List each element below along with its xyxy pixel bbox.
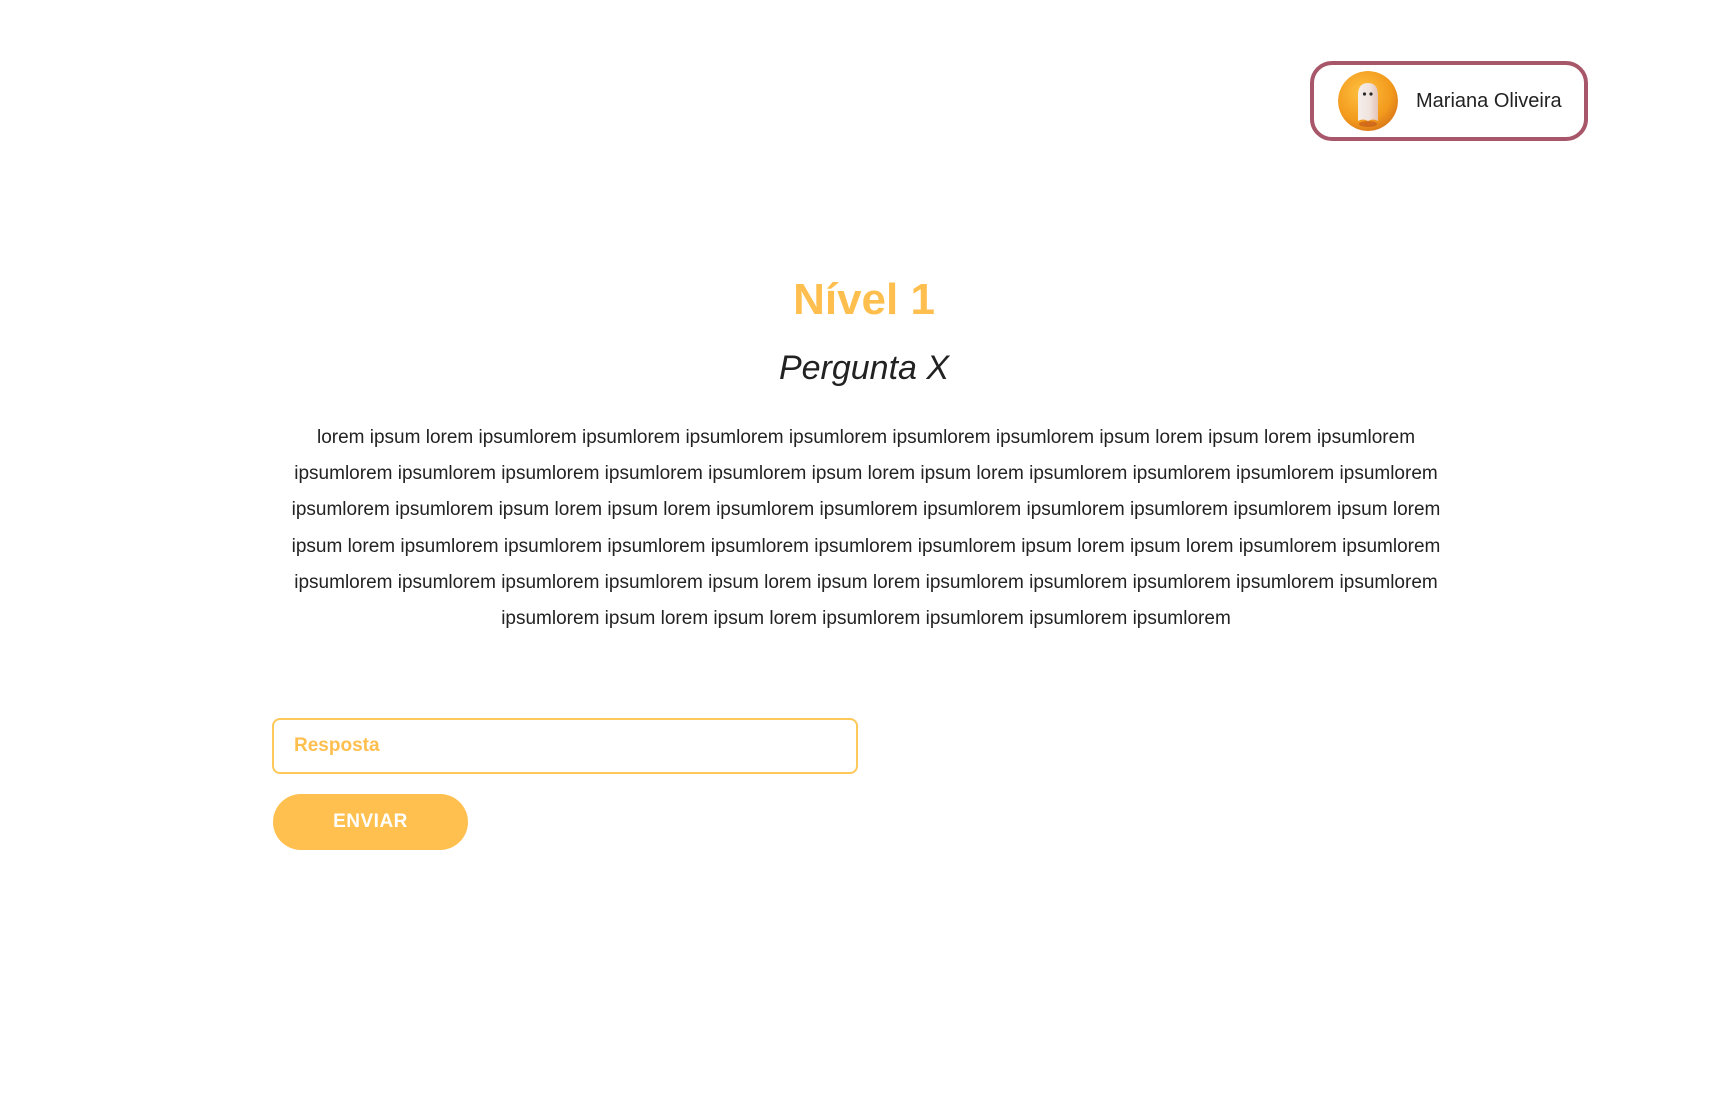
question-body: lorem ipsum lorem ipsumlorem ipsumlorem … <box>291 427 1441 630</box>
user-profile-chip[interactable]: Mariana Oliveira <box>1310 61 1588 141</box>
ghost-avatar-icon <box>1338 71 1398 131</box>
level-title: Nível 1 <box>793 275 935 324</box>
user-name: Mariana Oliveira <box>1416 89 1562 112</box>
avatar <box>1338 71 1398 131</box>
submit-button[interactable]: ENVIAR <box>273 794 468 850</box>
question-title: Pergunta X <box>778 349 950 387</box>
answer-input[interactable] <box>272 718 858 774</box>
question-page: Mariana Oliveira Nível 1 Pergunta X lore… <box>0 0 1728 1117</box>
